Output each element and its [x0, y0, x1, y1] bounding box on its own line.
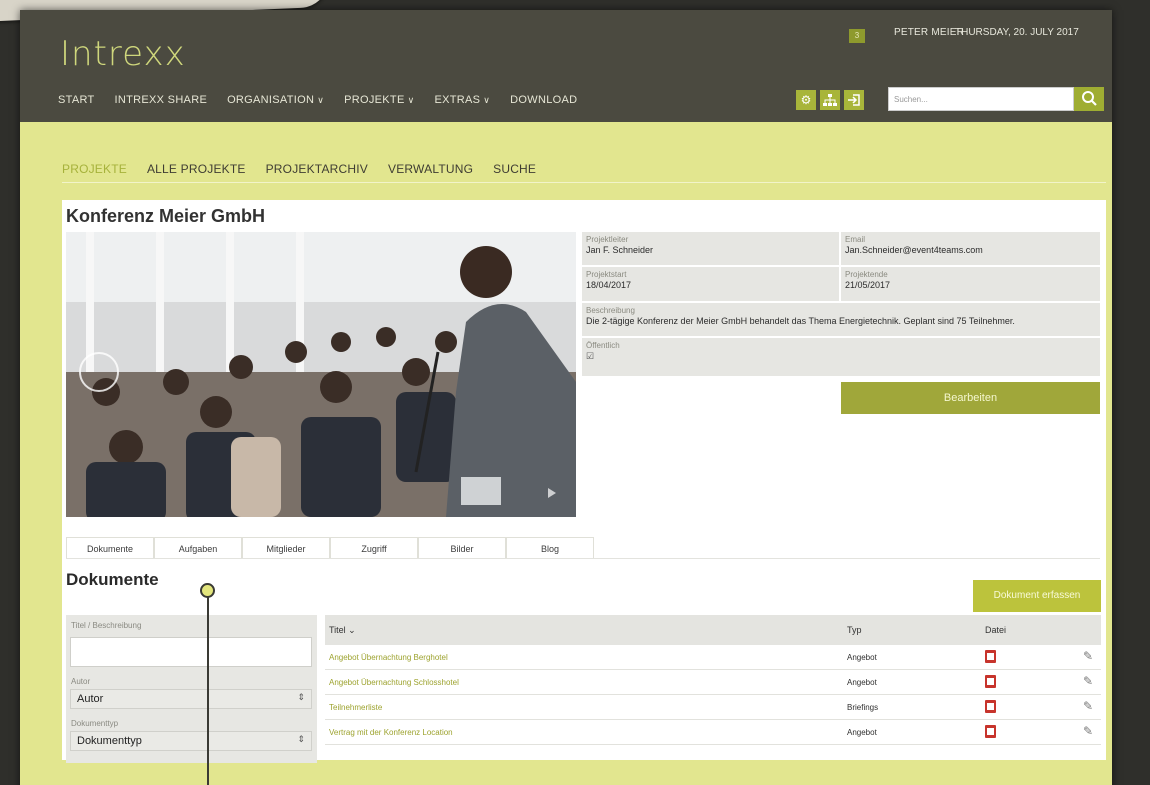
table-row: Angebot Übernachtung Schlosshotel Angebo… — [325, 670, 1101, 695]
edit-button[interactable]: Bearbeiten — [841, 382, 1100, 414]
document-link[interactable]: Angebot Übernachtung Berghotel — [329, 653, 448, 662]
project-leader: Jan F. Schneider — [586, 245, 654, 255]
tab-mitglieder[interactable]: Mitglieder — [242, 537, 330, 559]
sub-nav: PROJEKTE ALLE PROJEKTE PROJEKTARCHIV VER… — [62, 162, 536, 176]
callout-line — [207, 597, 209, 785]
pencil-icon[interactable]: ✎ — [1083, 724, 1093, 738]
author-filter-label: Autor — [71, 677, 91, 686]
column-type[interactable]: Typ — [847, 625, 862, 635]
chevron-down-icon: ∨ — [483, 95, 491, 105]
select-arrows-icon: ⇕ — [297, 734, 305, 744]
project-start: 18/04/2017 — [586, 280, 632, 290]
tab-projekte[interactable]: PROJEKTE — [62, 162, 127, 176]
column-file[interactable]: Datei — [985, 625, 1006, 635]
table-row: Vertrag mit der Konferenz Location Angeb… — [325, 720, 1101, 745]
pdf-file-icon[interactable] — [985, 700, 996, 713]
pdf-file-icon[interactable] — [985, 725, 996, 738]
user-name[interactable]: PETER MEIER — [894, 27, 964, 38]
tab-bilder[interactable]: Bilder — [418, 537, 506, 559]
tab-verwaltung[interactable]: VERWALTUNG — [388, 162, 473, 176]
document-type: Briefings — [847, 703, 879, 712]
app-logo[interactable]: Intrexx — [60, 34, 186, 74]
subnav-divider — [62, 182, 1106, 183]
pdf-file-icon[interactable] — [985, 675, 996, 688]
table-header: Titel ⌄ Typ Datei — [325, 615, 1101, 645]
app-screen: Intrexx 3 PETER MEIER THURSDAY, 20. JULY… — [20, 10, 1112, 785]
logout-icon[interactable] — [844, 90, 864, 110]
tab-projektarchiv[interactable]: PROJEKTARCHIV — [266, 162, 368, 176]
info-start: Projektstart 18/04/2017 — [582, 267, 839, 301]
search-input[interactable]: Suchen... — [888, 87, 1074, 111]
documents-heading: Dokumente — [66, 570, 159, 589]
project-description: Die 2-tägige Konferenz der Meier GmbH be… — [586, 316, 1015, 326]
pencil-icon[interactable]: ✎ — [1083, 699, 1093, 713]
nav-item-download[interactable]: DOWNLOAD — [510, 94, 577, 106]
info-description: Beschreibung Die 2-tägige Konferenz der … — [582, 303, 1100, 336]
add-document-button[interactable]: Dokument erfassen — [973, 580, 1101, 612]
notification-badge[interactable]: 3 — [849, 29, 865, 43]
nav-item-extras[interactable]: EXTRAS ∨ — [434, 94, 490, 106]
document-link[interactable]: Vertrag mit der Konferenz Location — [329, 728, 453, 737]
nav-item-projekte[interactable]: PROJEKTE ∨ — [344, 94, 414, 106]
nav-item-start[interactable]: START — [58, 94, 95, 106]
project-email[interactable]: Jan.Schneider@event4teams.com — [845, 245, 1096, 255]
pdf-file-icon[interactable] — [985, 650, 996, 663]
document-type: Angebot — [847, 728, 877, 737]
tabs-divider — [66, 558, 1100, 559]
page-title: Konferenz Meier GmbH — [66, 206, 266, 226]
document-filter: Titel / Beschreibung Autor Autor ⇕ Dokum… — [66, 615, 317, 763]
gear-icon[interactable]: ⚙ — [796, 90, 816, 110]
table-row: Teilnehmerliste Briefings ✎ — [325, 695, 1101, 720]
project-image[interactable] — [66, 232, 576, 517]
main-nav: START INTREXX SHARE ORGANISATION ∨ PROJEK… — [58, 94, 577, 106]
table-row: Angebot Übernachtung Berghotel Angebot ✎ — [325, 645, 1101, 670]
tab-aufgaben[interactable]: Aufgaben — [154, 537, 242, 559]
sitemap-icon[interactable] — [820, 90, 840, 110]
pencil-icon[interactable]: ✎ — [1083, 674, 1093, 688]
search-icon[interactable] — [1074, 87, 1104, 111]
pencil-icon[interactable]: ✎ — [1083, 649, 1093, 663]
public-checkbox-icon: ☑ — [586, 351, 595, 361]
tab-alle-projekte[interactable]: ALLE PROJEKTE — [147, 162, 246, 176]
nav-item-intrexx-share[interactable]: INTREXX SHARE — [115, 94, 208, 106]
callout-marker — [200, 583, 215, 598]
tab-blog[interactable]: Blog — [506, 537, 594, 559]
project-end: 21/05/2017 — [845, 280, 891, 290]
title-filter-label: Titel / Beschreibung — [71, 621, 142, 630]
info-email: Email Jan.Schneider@event4teams.com — [841, 232, 1100, 265]
chevron-down-icon: ∨ — [317, 95, 325, 105]
tab-zugriff[interactable]: Zugriff — [330, 537, 418, 559]
project-panel: Konferenz Meier GmbH Projektleiter Jan F… — [62, 200, 1106, 763]
document-type: Angebot — [847, 653, 877, 662]
document-link[interactable]: Angebot Übernachtung Schlosshotel — [329, 678, 459, 687]
documents-table: Titel ⌄ Typ Datei Angebot Übernachtung B… — [325, 615, 1101, 745]
info-public: Öffentlich ☑ — [582, 338, 1100, 376]
column-title[interactable]: Titel ⌄ — [329, 625, 356, 636]
tab-dokumente[interactable]: Dokumente — [66, 537, 154, 559]
current-date: THURSDAY, 20. JULY 2017 — [955, 27, 1079, 38]
title-filter-input[interactable] — [70, 637, 312, 667]
doctype-select[interactable]: Dokumenttyp ⇕ — [70, 731, 312, 751]
doctype-filter-label: Dokumenttyp — [71, 719, 119, 728]
chevron-down-icon: ∨ — [407, 95, 415, 105]
document-link[interactable]: Teilnehmerliste — [329, 703, 382, 712]
select-arrows-icon: ⇕ — [297, 692, 305, 702]
tab-suche[interactable]: SUCHE — [493, 162, 536, 176]
nav-item-organisation[interactable]: ORGANISATION ∨ — [227, 94, 324, 106]
info-leader: Projektleiter Jan F. Schneider — [582, 232, 839, 265]
document-type: Angebot — [847, 678, 877, 687]
info-end: Projektende 21/05/2017 — [841, 267, 1100, 301]
section-tabs: Dokumente Aufgaben Mitglieder Zugriff Bi… — [66, 537, 594, 559]
author-select[interactable]: Autor ⇕ — [70, 689, 312, 709]
header-bar: Intrexx 3 PETER MEIER THURSDAY, 20. JULY… — [20, 10, 1112, 122]
